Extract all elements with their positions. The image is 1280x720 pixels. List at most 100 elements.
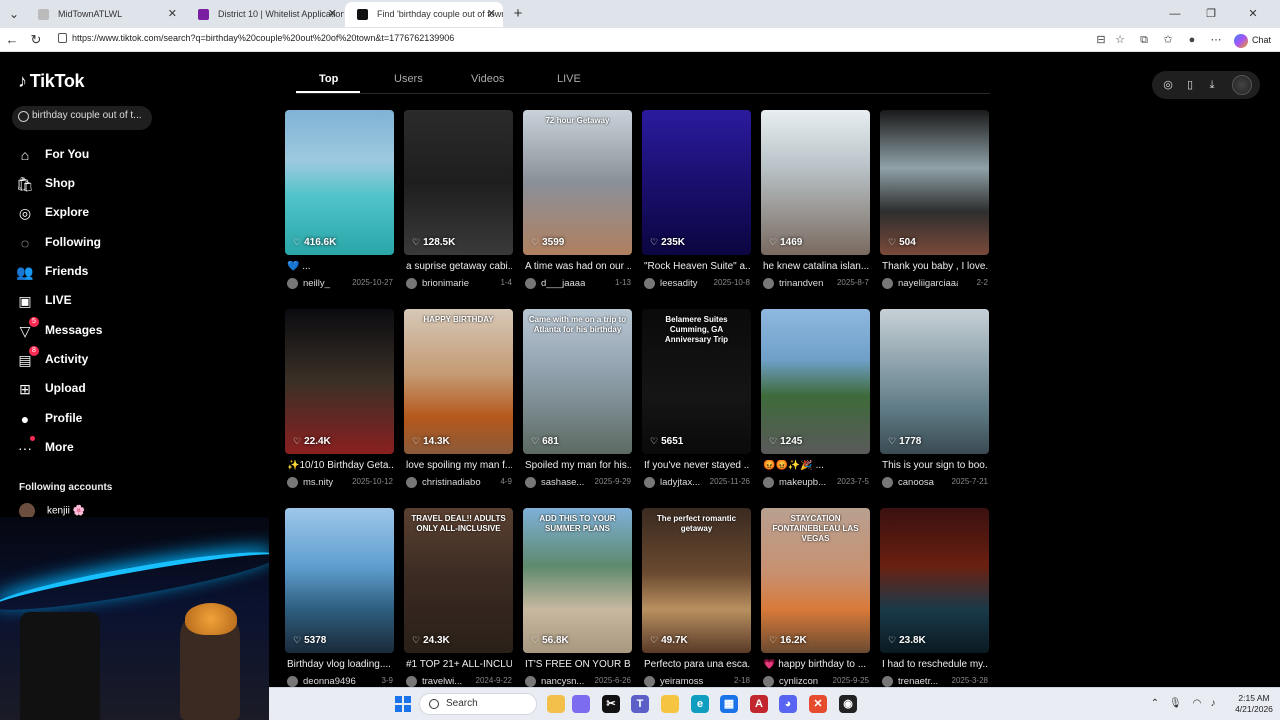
username[interactable]: neilly_: [303, 278, 330, 289]
avatar[interactable]: [644, 278, 655, 289]
sidebar-item-for-you[interactable]: ⌂ For You: [16, 143, 216, 167]
sidebar-item-more[interactable]: ··· More: [16, 436, 216, 460]
search-input[interactable]: [32, 110, 148, 121]
url-field[interactable]: https://www.tiktok.com/search?q=birthday…: [72, 33, 454, 43]
username[interactable]: brionimarie: [422, 278, 469, 289]
video-description[interactable]: #1 TOP 21+ ALL-INCLU...: [406, 659, 512, 670]
video-thumbnail[interactable]: TRAVEL DEAL!! ADULTS ONLY ALL-INCLUSIVE ♡…: [404, 508, 513, 653]
username[interactable]: cynlizcon: [779, 676, 818, 687]
video-description[interactable]: a suprise getaway cabi...: [406, 261, 512, 272]
video-description[interactable]: Birthday vlog loading....: [287, 659, 393, 670]
maximize-button[interactable]: ❐: [1194, 4, 1228, 24]
compass-icon[interactable]: ◎: [1160, 77, 1176, 93]
close-icon[interactable]: ✕: [168, 2, 177, 27]
tray-chevron-icon[interactable]: ⌃: [1149, 698, 1161, 710]
video-description[interactable]: "Rock Heaven Suite" a...: [644, 261, 750, 272]
extensions-icon[interactable]: ⧉: [1137, 33, 1151, 47]
video-description[interactable]: I had to reschedule my...: [882, 659, 988, 670]
edge-icon[interactable]: e: [691, 695, 709, 713]
volume-icon[interactable]: ♪: [1207, 698, 1219, 710]
username[interactable]: nancysn...: [541, 676, 584, 687]
browser-tab-3[interactable]: Find 'birthday couple out of town' ✕: [345, 2, 503, 27]
video-thumbnail[interactable]: ♡ 504: [880, 110, 989, 255]
username[interactable]: yeiramoss: [660, 676, 703, 687]
video-description[interactable]: Spoiled my man for his...: [525, 460, 631, 471]
download-icon[interactable]: ⤓: [1204, 77, 1220, 93]
favorites-icon[interactable]: ✩: [1161, 33, 1175, 47]
video-thumbnail[interactable]: HAPPY BIRTHDAY ♡ 14.3K: [404, 309, 513, 454]
close-icon[interactable]: ✕: [487, 2, 496, 27]
browser-tab-1[interactable]: MidTownATLWL ✕: [26, 2, 184, 27]
video-description[interactable]: This is your sign to boo...: [882, 460, 988, 471]
sidebar-item-profile[interactable]: ● Profile: [16, 407, 216, 431]
adobe-icon[interactable]: A: [750, 695, 768, 713]
wifi-icon[interactable]: ◠: [1191, 698, 1203, 710]
video-thumbnail[interactable]: ADD THIS TO YOUR SUMMER PLANS ♡ 56.8K: [523, 508, 632, 653]
avatar[interactable]: [763, 278, 774, 289]
sidebar-item-live[interactable]: ▣ LIVE: [16, 289, 216, 313]
username[interactable]: d___jaaaa: [541, 278, 585, 289]
sidebar-item-shop[interactable]: 🛍 Shop: [16, 172, 216, 196]
video-thumbnail[interactable]: ♡ 128.5K: [404, 110, 513, 255]
user-avatar[interactable]: [1232, 75, 1252, 95]
avatar[interactable]: [882, 477, 893, 488]
folder-icon[interactable]: [661, 695, 679, 713]
avatar[interactable]: [287, 477, 298, 488]
video-thumbnail[interactable]: STAYCATION FONTAINEBLEAU LAS VEGAS ♡ 16.2K: [761, 508, 870, 653]
sidebar-item-following[interactable]: ◌ Following: [16, 231, 216, 255]
new-tab-button[interactable]: +: [508, 4, 528, 24]
username[interactable]: travelwi...: [422, 676, 462, 687]
username[interactable]: leesadity: [660, 278, 698, 289]
microphone-icon[interactable]: 🎙: [1169, 698, 1182, 710]
avatar[interactable]: [406, 278, 417, 289]
video-thumbnail[interactable]: 72 hour Getaway ♡ 3599: [523, 110, 632, 255]
tab-live[interactable]: LIVE: [557, 73, 581, 85]
avatar[interactable]: [406, 676, 417, 687]
video-description[interactable]: 😡😡✨🎉 ...: [763, 460, 869, 471]
video-description[interactable]: he knew catalina islan...: [763, 261, 869, 272]
username[interactable]: deonna9496: [303, 676, 356, 687]
tab-list-icon[interactable]: ⌄: [4, 4, 24, 24]
avatar[interactable]: [406, 477, 417, 488]
video-description[interactable]: A time was had on our ...: [525, 261, 631, 272]
username[interactable]: ms.nity: [303, 477, 333, 488]
video-thumbnail[interactable]: The perfect romantic getaway ♡ 49.7K: [642, 508, 751, 653]
discord-icon[interactable]: ◕: [779, 695, 797, 713]
video-thumbnail[interactable]: ♡ 1469: [761, 110, 870, 255]
favorite-star-icon[interactable]: ☆: [1113, 33, 1127, 47]
taskbar-clock[interactable]: 2:15 AM 4/21/2026: [1229, 693, 1279, 715]
avatar[interactable]: [525, 278, 536, 289]
sidebar-item-messages[interactable]: ▽ 5 Messages: [16, 317, 216, 343]
avatar[interactable]: [525, 477, 536, 488]
tab-users[interactable]: Users: [394, 73, 423, 85]
windows-start-icon[interactable]: [395, 696, 411, 712]
browser-tab-2[interactable]: District 10 | Whitelist Application ✕: [186, 2, 344, 27]
taskbar-search[interactable]: Search: [419, 693, 537, 715]
close-app-icon[interactable]: ✕: [809, 695, 827, 713]
avatar[interactable]: [644, 676, 655, 687]
video-description[interactable]: ✨10/10 Birthday Geta...: [287, 460, 393, 471]
teams-icon[interactable]: T: [631, 695, 649, 713]
video-thumbnail[interactable]: ♡ 22.4K: [285, 309, 394, 454]
username[interactable]: trenaetr...: [898, 676, 938, 687]
video-description[interactable]: Perfecto para una esca...: [644, 659, 750, 670]
video-description[interactable]: 💗 happy birthday to ...: [763, 659, 869, 670]
tab-videos[interactable]: Videos: [471, 73, 504, 85]
avatar[interactable]: [763, 477, 774, 488]
avatar[interactable]: [287, 676, 298, 687]
video-description[interactable]: love spoiling my man f...: [406, 460, 512, 471]
username[interactable]: christinadiabo: [422, 477, 481, 488]
close-icon[interactable]: ✕: [328, 2, 337, 27]
username[interactable]: trinandven: [779, 278, 823, 289]
video-description[interactable]: Thank you baby , I love...: [882, 261, 988, 272]
video-thumbnail[interactable]: Belamere Suites Cumming, GA Anniversary …: [642, 309, 751, 454]
video-thumbnail[interactable]: ♡ 1245: [761, 309, 870, 454]
store-icon[interactable]: ▦: [720, 695, 738, 713]
sidebar-item-upload[interactable]: ⊞ Upload: [16, 377, 216, 401]
profile-avatar-icon[interactable]: ●: [1185, 33, 1199, 47]
video-description[interactable]: IT'S FREE ON YOUR BI...: [525, 659, 631, 670]
chrome-icon[interactable]: ◉: [839, 695, 857, 713]
sidebar-item-friends[interactable]: 👥 Friends: [16, 260, 216, 284]
avatar[interactable]: [763, 676, 774, 687]
username[interactable]: makeupb...: [779, 477, 826, 488]
